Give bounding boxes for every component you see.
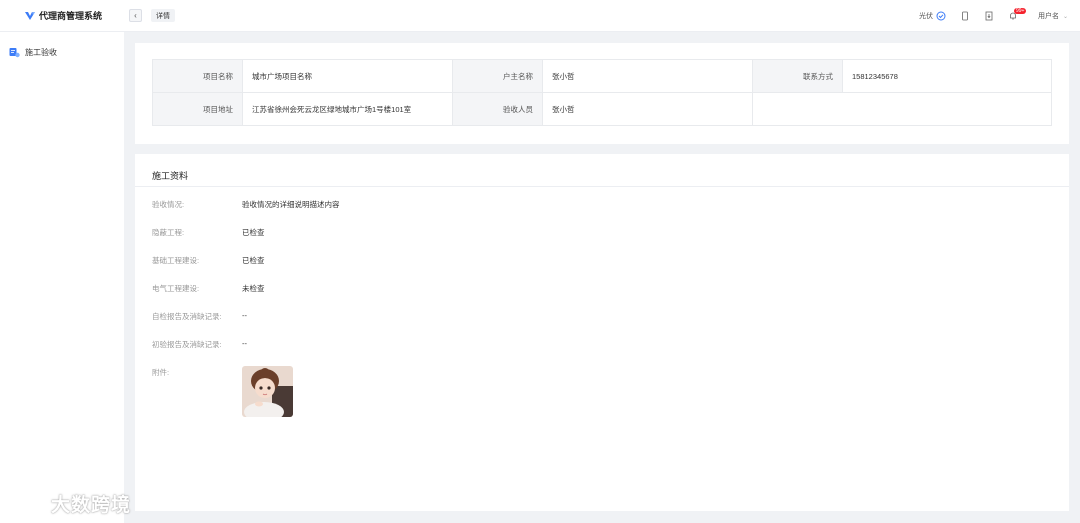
list-item: 基础工程建设: 已检查 xyxy=(152,255,265,266)
item-label: 隐蔽工程: xyxy=(152,228,185,237)
attachment-label: 附件: xyxy=(152,368,170,377)
download-button[interactable] xyxy=(984,11,994,21)
list-item: 电气工程建设: 未检查 xyxy=(152,283,265,294)
item-value: 未检查 xyxy=(242,284,265,293)
project-info-card: 项目名称 城市广场项目名称 户主名称 张小哲 联系方式 15812345678 … xyxy=(135,43,1069,144)
header-tools: 光伏 99+ 用户名 ⌄ xyxy=(905,8,1068,24)
chevron-left-icon: ‹ xyxy=(134,11,137,20)
item-label: 初验报告及消缺记录: xyxy=(152,340,222,349)
item-value: 已检查 xyxy=(242,228,265,237)
top-bar: 代理商管理系统 ‹ 详情 光伏 99+ 用户名 ⌄ xyxy=(0,0,1080,32)
chevron-down-icon: ⌄ xyxy=(1062,13,1068,20)
owner-name-value: 张小哲 xyxy=(542,59,753,93)
empty-cell xyxy=(752,92,1052,126)
app-title: 代理商管理系统 xyxy=(39,11,103,21)
acceptance-icon xyxy=(9,48,20,58)
sidebar-item-acceptance[interactable]: 施工验收 xyxy=(9,47,57,58)
watermark-logo-icon xyxy=(9,493,44,512)
watermark: 大数跨境 xyxy=(8,490,131,517)
item-label: 基础工程建设: xyxy=(152,256,200,265)
mobile-button[interactable] xyxy=(960,11,970,21)
item-label: 自检报告及消缺记录: xyxy=(152,312,222,321)
theme-label: 光伏 xyxy=(918,13,933,20)
list-item: 附件: xyxy=(152,367,242,378)
contact-value: 15812345678 xyxy=(842,59,1052,93)
section-title: 施工资料 xyxy=(152,171,189,181)
item-value: -- xyxy=(242,339,247,348)
project-address-value: 江苏省徐州会死云龙区绿地城市广场1号楼101室 xyxy=(242,92,453,126)
construction-card: 施工资料 验收情况: 验收情况的详细说明描述内容 隐蔽工程: 已检查 基础工程建… xyxy=(135,154,1069,511)
sidebar: 施工验收 xyxy=(0,32,124,523)
user-menu[interactable]: 用户名 ⌄ xyxy=(1038,11,1068,21)
logo-icon xyxy=(25,11,35,20)
item-value: 验收情况的详细说明描述内容 xyxy=(242,200,340,209)
attachment-thumbnail[interactable] xyxy=(242,366,293,417)
attachment-image xyxy=(242,366,293,417)
table-row: 项目名称 城市广场项目名称 户主名称 张小哲 联系方式 15812345678 xyxy=(152,59,1052,93)
app-logo[interactable]: 代理商管理系统 xyxy=(24,9,102,22)
tab-label: 详情 xyxy=(156,12,170,20)
notification-badge: 99+ xyxy=(1013,8,1027,14)
download-icon xyxy=(985,11,993,21)
project-name-label: 项目名称 xyxy=(152,59,243,93)
item-label: 电气工程建设: xyxy=(152,284,200,293)
table-row: 项目地址 江苏省徐州会死云龙区绿地城市广场1号楼101室 验收人员 张小哲 xyxy=(152,92,1052,126)
list-item: 初验报告及消缺记录: -- xyxy=(152,339,247,350)
theme-switch[interactable]: 光伏 xyxy=(919,11,946,21)
divider xyxy=(135,186,1069,187)
project-address-label: 项目地址 xyxy=(152,92,243,126)
watermark-text: 大数跨境 xyxy=(51,495,132,516)
project-info-table: 项目名称 城市广场项目名称 户主名称 张小哲 联系方式 15812345678 … xyxy=(152,59,1052,126)
inspector-value: 张小哲 xyxy=(542,92,753,126)
project-name-value: 城市广场项目名称 xyxy=(242,59,453,93)
list-item: 自检报告及消缺记录: -- xyxy=(152,311,247,322)
item-value: -- xyxy=(242,311,247,320)
notification-button[interactable]: 99+ xyxy=(1008,8,1027,21)
inspector-label: 验收人员 xyxy=(452,92,543,126)
check-circle-icon xyxy=(936,11,946,21)
sidebar-item-label: 施工验收 xyxy=(25,48,57,57)
tab-detail[interactable]: 详情 xyxy=(151,9,175,22)
user-name: 用户名 xyxy=(1037,13,1059,20)
owner-name-label: 户主名称 xyxy=(452,59,543,93)
back-button[interactable]: ‹ xyxy=(129,9,142,22)
mobile-icon xyxy=(962,11,968,21)
contact-label: 联系方式 xyxy=(752,59,843,93)
list-item: 隐蔽工程: 已检查 xyxy=(152,227,265,238)
item-label: 验收情况: xyxy=(152,200,185,209)
list-item: 验收情况: 验收情况的详细说明描述内容 xyxy=(152,199,340,210)
item-value: 已检查 xyxy=(242,256,265,265)
